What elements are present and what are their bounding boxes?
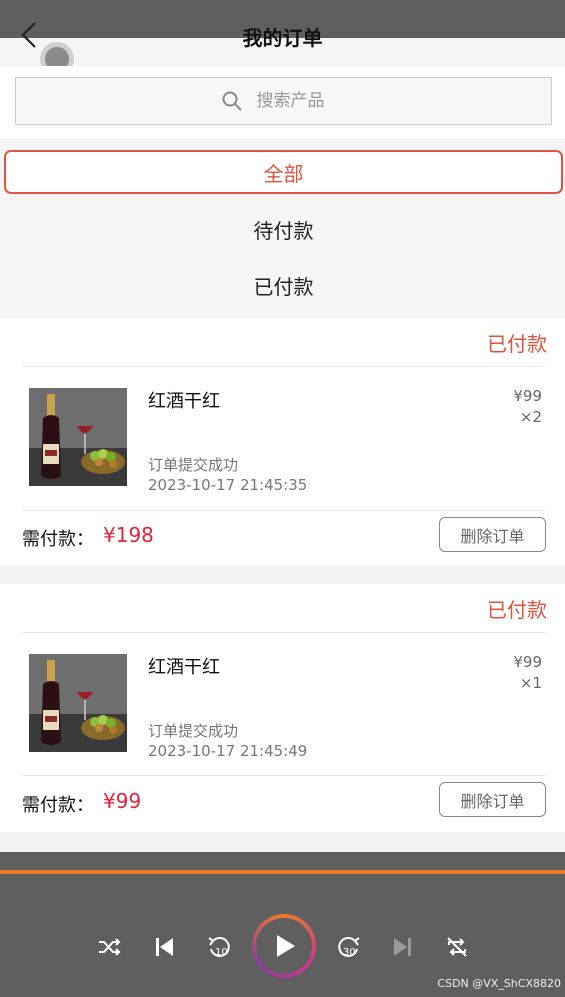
order-time: 2023-10-17 21:45:35 [148,476,308,494]
divider [22,632,545,633]
search-input[interactable] [256,91,347,111]
product-name: 红酒干红 [148,657,220,678]
page-title: 我的订单 [242,26,323,50]
player-controls: 10 30 [0,912,565,980]
rewind-10-button[interactable]: 10 [206,934,232,960]
divider [22,510,545,511]
playback-progress-line[interactable] [0,870,565,874]
divider [22,366,545,367]
divider [22,775,545,776]
payment-amount: ¥99 [103,789,142,813]
forward-30-icon: 30 [338,936,360,958]
product-image[interactable] [29,388,127,486]
svg-text:10: 10 [215,947,228,958]
delete-order-button[interactable]: 删除订单 [439,517,546,552]
search-bar [0,66,565,138]
search-icon [222,91,242,111]
status-filter: 全部 待付款 已付款 [0,143,565,318]
shuffle-icon [99,938,121,956]
order-message: 订单提交成功 [148,722,239,740]
quantity: ×1 [519,674,542,692]
play-button[interactable] [252,914,316,978]
filter-pending-payment[interactable]: 待付款 [4,207,563,251]
repeat-off-button[interactable] [444,934,470,960]
order-card: 已付款 红酒干红 ¥99 ×1 订单提交成功 2023-10-17 21:45:… [0,584,565,832]
next-button[interactable] [390,934,416,960]
unit-price: ¥99 [513,387,542,405]
order-message: 订单提交成功 [148,456,239,474]
forward-30-button[interactable]: 30 [336,934,362,960]
play-icon [277,935,295,957]
filter-paid[interactable]: 已付款 [4,263,563,307]
order-card: 已付款 红酒干红 ¥99 ×2 订单提交成功 2023-10-17 21:45:… [0,318,565,566]
previous-button[interactable] [151,934,177,960]
repeat-off-icon [447,937,467,957]
product-image[interactable] [29,654,127,752]
next-icon [394,938,411,956]
delete-order-button[interactable]: 删除订单 [439,782,546,817]
filter-all[interactable]: 全部 [4,150,563,194]
rewind-10-icon: 10 [208,936,230,958]
watermark: CSDN @VX_ShCX8820 [437,977,561,990]
search-box[interactable] [15,77,552,125]
unit-price: ¥99 [513,653,542,671]
previous-icon [156,938,173,956]
order-status: 已付款 [487,332,547,356]
payment-amount: ¥198 [103,523,154,547]
product-name: 红酒干红 [148,391,220,412]
payment-label: 需付款： [22,529,94,550]
payment-label: 需付款： [22,795,94,816]
shuffle-button[interactable] [96,934,122,960]
order-time: 2023-10-17 21:45:49 [148,742,308,760]
svg-text:30: 30 [343,947,356,958]
play-button-inner [256,918,312,974]
quantity: ×2 [519,408,542,426]
order-status: 已付款 [487,598,547,622]
